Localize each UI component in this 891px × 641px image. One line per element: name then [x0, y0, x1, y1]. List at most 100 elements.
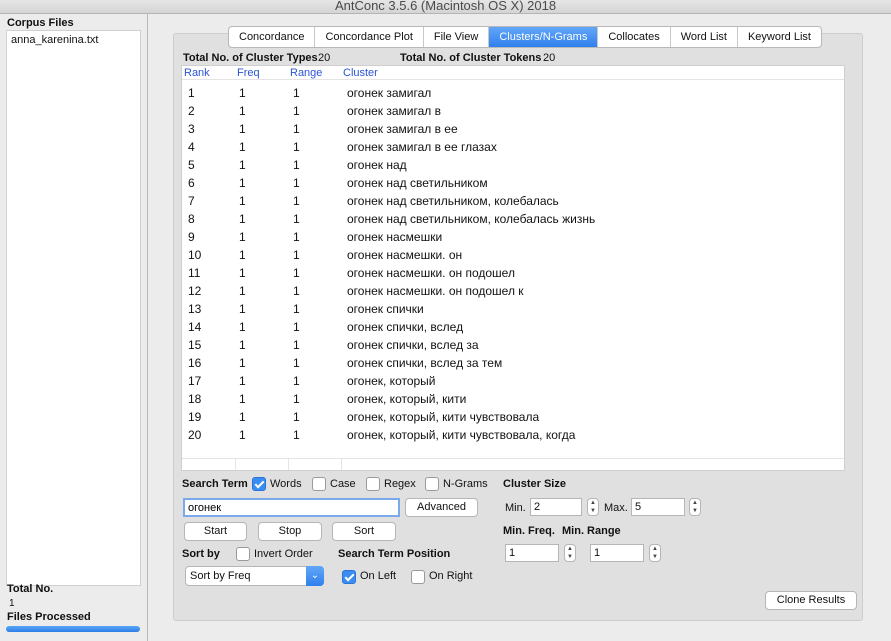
- chevron-down-icon[interactable]: ⌄: [306, 566, 324, 586]
- min-freq-stepper[interactable]: ▲ ▼: [564, 544, 576, 562]
- min-size-stepper[interactable]: ▲ ▼: [587, 498, 599, 516]
- sort-by-label: Sort by: [182, 548, 220, 560]
- tab-concordance-plot[interactable]: Concordance Plot: [315, 27, 424, 47]
- corpus-file-list[interactable]: anna_karenina.txt: [6, 30, 141, 586]
- table-row[interactable]: 16 1 1 огонек спички, вслед за тем: [182, 354, 842, 372]
- on-left-checkbox[interactable]: [342, 570, 356, 584]
- table-row[interactable]: 18 1 1 огонек, который, кити: [182, 390, 842, 408]
- cluster-types-label: Total No. of Cluster Types: [183, 52, 318, 64]
- regex-label: Regex: [384, 478, 416, 490]
- min-range-input[interactable]: 1: [590, 544, 644, 562]
- tab-collocates[interactable]: Collocates: [598, 27, 671, 47]
- range-cell: 1: [293, 392, 300, 406]
- cluster-cell: огонек насмешки: [347, 230, 443, 244]
- table-row[interactable]: 14 1 1 огонек спички, вслед: [182, 318, 842, 336]
- range-cell: 1: [293, 248, 300, 262]
- advanced-button[interactable]: Advanced: [405, 498, 478, 517]
- table-row[interactable]: 5 1 1 огонек над: [182, 156, 842, 174]
- table-row[interactable]: 19 1 1 огонек, который, кити чувствовала: [182, 408, 842, 426]
- sort-button[interactable]: Sort: [332, 522, 396, 541]
- range-cell: 1: [293, 86, 300, 100]
- column-header-cluster[interactable]: Cluster: [343, 67, 378, 79]
- on-right-checkbox[interactable]: [411, 570, 425, 584]
- stop-button[interactable]: Stop: [258, 522, 322, 541]
- cluster-tokens-value: 20: [543, 52, 556, 64]
- tab-word-list[interactable]: Word List: [671, 27, 738, 47]
- ngrams-checkbox[interactable]: [425, 477, 439, 491]
- max-size-stepper[interactable]: ▲ ▼: [689, 498, 701, 516]
- tab-clusters-n-grams[interactable]: Clusters/N-Grams: [489, 27, 599, 47]
- grid-column-divider: [288, 458, 289, 470]
- total-files-label: Total No.: [7, 583, 54, 595]
- cluster-cell: огонек над светильником, колебалась: [347, 194, 559, 208]
- case-checkbox[interactable]: [312, 477, 326, 491]
- range-cell: 1: [293, 158, 300, 172]
- grid-empty-row: [182, 458, 844, 470]
- min-range-stepper[interactable]: ▲ ▼: [649, 544, 661, 562]
- regex-checkbox[interactable]: [366, 477, 380, 491]
- results-table[interactable]: Rank Freq Range Cluster 1 1 1 огонек замига…: [181, 65, 845, 471]
- clone-results-button[interactable]: Clone Results: [765, 591, 857, 610]
- column-header-range[interactable]: Range: [290, 67, 322, 79]
- cluster-cell: огонек спички, вслед: [347, 320, 464, 334]
- tool-tabs: Concordance Concordance Plot File View Clus…: [228, 26, 822, 48]
- column-header-rank[interactable]: Rank: [184, 67, 210, 79]
- min-size-label: Min.: [505, 502, 526, 514]
- table-row[interactable]: 1 1 1 огонек замигал: [182, 84, 842, 102]
- range-cell: 1: [293, 194, 300, 208]
- corpus-files-title: Corpus Files: [7, 17, 74, 29]
- corpus-file-item[interactable]: anna_karenina.txt: [11, 34, 98, 46]
- search-term-input[interactable]: [183, 498, 400, 517]
- rank-cell: 16: [188, 356, 202, 370]
- cluster-cell: огонек, который, кити чувствовала, когда: [347, 428, 576, 442]
- table-row[interactable]: 8 1 1 огонек над светильником, колебалась ж…: [182, 210, 842, 228]
- search-term-position-label: Search Term Position: [338, 548, 451, 560]
- corpus-pane: Corpus Files anna_karenina.txt Total No.…: [0, 14, 148, 641]
- column-header-freq[interactable]: Freq: [237, 67, 260, 79]
- table-row[interactable]: 10 1 1 огонек насмешки. он: [182, 246, 842, 264]
- cluster-cell: огонек замигал в ее глазах: [347, 140, 497, 154]
- sort-by-select[interactable]: Sort by Freq ⌄: [185, 566, 324, 586]
- range-cell: 1: [293, 356, 300, 370]
- cluster-cell: огонек, который, кити чувствовала: [347, 410, 540, 424]
- freq-cell: 1: [239, 194, 246, 208]
- range-cell: 1: [293, 212, 300, 226]
- freq-cell: 1: [239, 284, 246, 298]
- table-row[interactable]: 2 1 1 огонек замигал в: [182, 102, 842, 120]
- rank-cell: 5: [188, 158, 195, 172]
- freq-cell: 1: [239, 410, 246, 424]
- rank-cell: 9: [188, 230, 195, 244]
- table-row[interactable]: 4 1 1 огонек замигал в ее глазах: [182, 138, 842, 156]
- cluster-types-value: 20: [318, 52, 331, 64]
- min-freq-input[interactable]: 1: [505, 544, 559, 562]
- min-size-input[interactable]: 2: [530, 498, 582, 516]
- table-row[interactable]: 17 1 1 огонек, который: [182, 372, 842, 390]
- tab-keyword-list[interactable]: Keyword List: [738, 27, 821, 47]
- progress-fill: [6, 626, 140, 632]
- table-row[interactable]: 20 1 1 огонек, который, кити чувствовала, к…: [182, 426, 842, 444]
- cluster-cell: огонек над светильником: [347, 176, 488, 190]
- rank-cell: 4: [188, 140, 195, 154]
- tab-concordance[interactable]: Concordance: [229, 27, 316, 47]
- table-row[interactable]: 3 1 1 огонек замигал в ее: [182, 120, 842, 138]
- freq-cell: 1: [239, 266, 246, 280]
- table-row[interactable]: 15 1 1 огонек спички, вслед за: [182, 336, 842, 354]
- freq-cell: 1: [239, 356, 246, 370]
- table-row[interactable]: 11 1 1 огонек насмешки. он подошел: [182, 264, 842, 282]
- words-checkbox[interactable]: [252, 477, 266, 491]
- start-button[interactable]: Start: [184, 522, 247, 541]
- max-size-input[interactable]: 5: [631, 498, 685, 516]
- table-row[interactable]: 12 1 1 огонек насмешки. он подошел к: [182, 282, 842, 300]
- cluster-cell: огонек замигал в ее: [347, 122, 458, 136]
- cluster-cell: огонек замигал: [347, 86, 432, 100]
- sort-by-value: Sort by Freq: [190, 570, 251, 582]
- table-row[interactable]: 6 1 1 огонек над светильником: [182, 174, 842, 192]
- table-row[interactable]: 13 1 1 огонек спички: [182, 300, 842, 318]
- tab-file-view[interactable]: File View: [424, 27, 490, 47]
- cluster-cell: огонек, который, кити: [347, 392, 467, 406]
- invert-order-checkbox[interactable]: [236, 547, 250, 561]
- table-row[interactable]: 7 1 1 огонек над светильником, колебалась: [182, 192, 842, 210]
- freq-cell: 1: [239, 248, 246, 262]
- table-row[interactable]: 9 1 1 огонек насмешки: [182, 228, 842, 246]
- min-freq-label: Min. Freq.: [503, 525, 555, 537]
